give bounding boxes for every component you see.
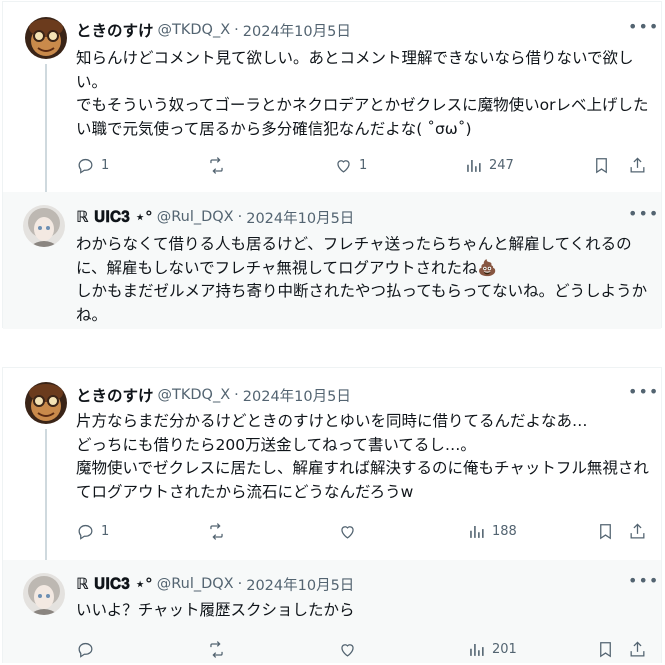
handle[interactable]: @TKDQ_X	[158, 22, 231, 38]
reply-icon	[78, 524, 93, 540]
tweet[interactable]: ときのすけ @TKDQ_X · 2024年10月5日 ••• 知らんけどコメント…	[3, 2, 661, 192]
like-button[interactable]: 1	[334, 156, 367, 175]
reply-actions: 201	[76, 640, 651, 660]
reply-button[interactable]: 1	[76, 156, 109, 175]
tweet-card: ときのすけ @TKDQ_X · 2024年10月5日 ••• 片方ならまだ分かる…	[2, 367, 662, 663]
share-button[interactable]	[628, 522, 647, 541]
display-name[interactable]: ときのすけ	[76, 19, 154, 41]
display-name[interactable]: ときのすけ	[76, 384, 154, 406]
heart-icon	[341, 526, 354, 539]
retweet-icon	[210, 157, 223, 174]
reply-button[interactable]: 1	[76, 522, 109, 541]
thread-line	[45, 429, 47, 560]
more-icon[interactable]: •••	[628, 17, 659, 36]
heart-icon	[341, 644, 354, 657]
retweet-icon	[210, 641, 223, 658]
more-icon[interactable]: •••	[628, 204, 659, 223]
share-icon	[630, 641, 645, 657]
like-count: 1	[359, 158, 368, 173]
timestamp[interactable]: 2024年10月5日	[246, 574, 354, 595]
handle[interactable]: @TKDQ_X	[158, 387, 231, 403]
bookmark-icon	[596, 158, 607, 174]
like-button[interactable]	[338, 522, 357, 541]
views-count: 188	[492, 524, 517, 539]
tweet-card: ときのすけ @TKDQ_X · 2024年10月5日 ••• 知らんけどコメント…	[2, 1, 662, 329]
separator: ·	[234, 387, 239, 403]
separator: ·	[234, 22, 239, 38]
reply-header: ℝ 𝐔𝐈𝐂𝟑 ⋆° @Rul_DQX · 2024年10月5日	[76, 573, 354, 595]
more-icon[interactable]: •••	[628, 382, 659, 401]
avatar-image	[23, 205, 65, 247]
tweet-header: ときのすけ @TKDQ_X · 2024年10月5日	[76, 384, 351, 406]
avatar[interactable]	[25, 17, 67, 59]
retweet-button[interactable]	[207, 640, 226, 659]
like-button[interactable]	[338, 640, 357, 659]
share-icon	[630, 157, 645, 173]
avatar-image	[25, 17, 67, 59]
bookmark-button[interactable]	[596, 640, 615, 659]
reply-tweet[interactable]: ℝ 𝐔𝐈𝐂𝟑 ⋆° @Rul_DQX · 2024年10月5日 ••• いいよ？…	[3, 560, 661, 663]
views-count: 247	[489, 158, 514, 173]
bookmark-icon	[600, 524, 611, 540]
share-button[interactable]	[628, 640, 647, 659]
timestamp[interactable]: 2024年10月5日	[243, 20, 351, 41]
tweet-actions: 1 1 247	[76, 156, 651, 176]
reply-text: いいよ？チャット履歴スクショしたから	[76, 601, 355, 619]
reply-text: わからなくて借りる人も居るけど、フレチャ送ったらちゃんと解雇してくれるのに、解雇…	[76, 235, 648, 324]
handle[interactable]: @Rul_DQX	[157, 209, 234, 225]
reply-icon	[78, 642, 93, 658]
tweet-text: 片方ならまだ分かるけどときのすけとゆいを同時に借りてるんだよなあ… どっちにも借…	[76, 412, 649, 501]
more-icon[interactable]: •••	[628, 571, 659, 590]
reply-header: ℝ 𝐔𝐈𝐂𝟑 ⋆° @Rul_DQX · 2024年10月5日	[76, 206, 354, 228]
reply-icon	[78, 158, 93, 174]
tweet-header: ときのすけ @TKDQ_X · 2024年10月5日	[76, 19, 351, 41]
thread-line	[45, 64, 47, 192]
retweet-button[interactable]	[207, 156, 226, 175]
retweet-icon	[210, 523, 223, 540]
separator: ·	[237, 576, 243, 592]
views-button[interactable]: 201	[467, 640, 517, 659]
views-icon	[470, 643, 484, 656]
avatar[interactable]	[23, 573, 65, 615]
tweet[interactable]: ときのすけ @TKDQ_X · 2024年10月5日 ••• 片方ならまだ分かる…	[3, 368, 661, 560]
avatar[interactable]	[23, 205, 65, 247]
timestamp[interactable]: 2024年10月5日	[246, 207, 354, 228]
timestamp[interactable]: 2024年10月5日	[243, 385, 351, 406]
separator: ·	[237, 209, 243, 225]
reply-tweet[interactable]: ℝ 𝐔𝐈𝐂𝟑 ⋆° @Rul_DQX · 2024年10月5日 ••• わからな…	[3, 192, 661, 329]
heart-icon	[337, 160, 350, 173]
share-icon	[630, 523, 645, 539]
avatar-image	[23, 573, 65, 615]
bookmark-button[interactable]	[596, 522, 615, 541]
retweet-button[interactable]	[207, 522, 226, 541]
views-button[interactable]: 247	[464, 156, 514, 175]
views-icon	[470, 525, 484, 538]
bookmark-button[interactable]	[592, 156, 611, 175]
display-name[interactable]: ℝ 𝐔𝐈𝐂𝟑 ⋆°	[76, 208, 153, 227]
views-button[interactable]: 188	[467, 522, 517, 541]
display-name[interactable]: ℝ 𝐔𝐈𝐂𝟑 ⋆°	[76, 575, 153, 594]
reply-count: 1	[101, 524, 110, 539]
views-icon	[467, 159, 481, 172]
share-button[interactable]	[628, 156, 647, 175]
tweet-text: 知らんけどコメント見て欲しい。あとコメント理解できないなら借りないで欲しい。 で…	[76, 49, 649, 138]
handle[interactable]: @Rul_DQX	[157, 576, 234, 592]
tweet-actions: 1 188	[76, 522, 651, 542]
reply-button[interactable]	[76, 640, 95, 659]
avatar-image	[25, 382, 67, 424]
avatar[interactable]	[25, 382, 67, 424]
views-count: 201	[492, 642, 517, 657]
reply-count: 1	[101, 158, 110, 173]
bookmark-icon	[600, 642, 611, 658]
